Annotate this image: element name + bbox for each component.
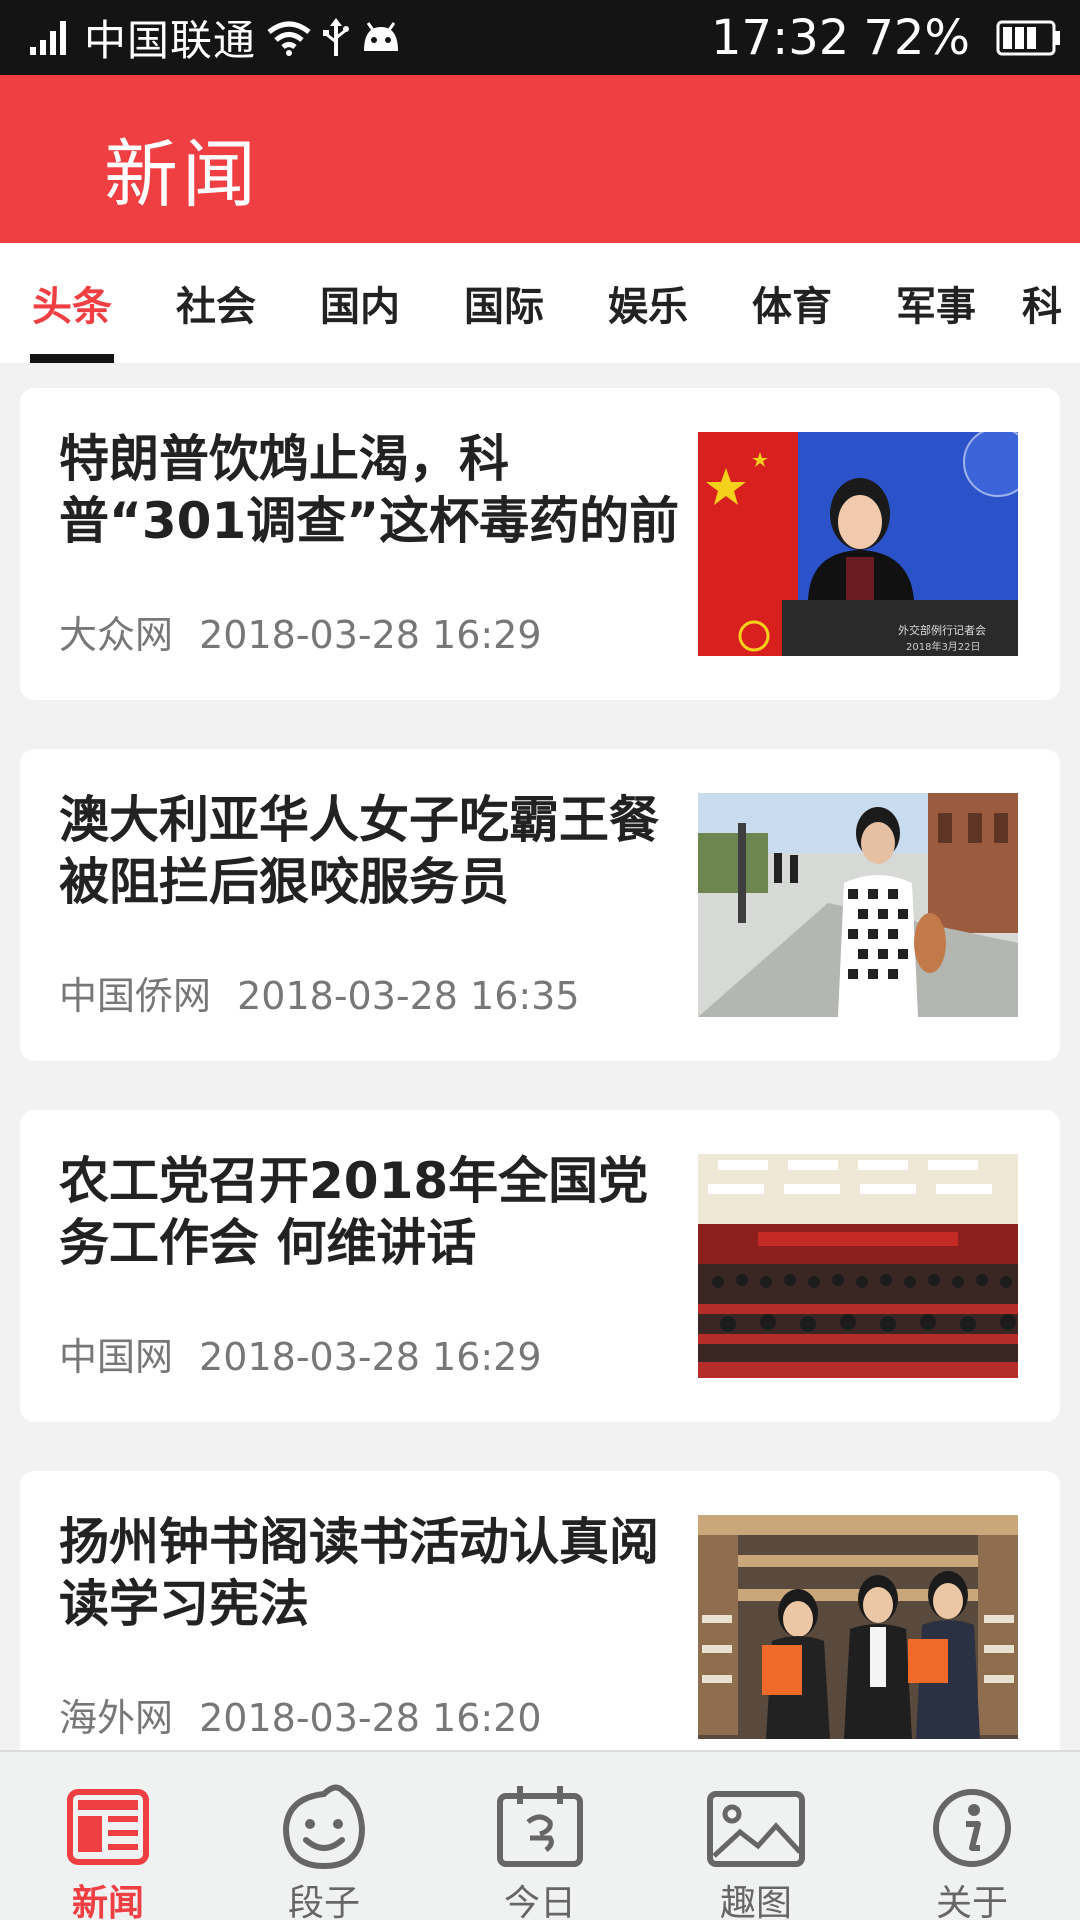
smiley-icon — [274, 1782, 374, 1882]
tab-toutiao[interactable]: 头条 — [14, 243, 130, 363]
category-tabs: 头条 社会 国内 国际 娱乐 体育 军事 科 — [0, 243, 1080, 363]
tab-tiyu[interactable]: 体育 — [734, 243, 850, 363]
news-time: 2018-03-28 16:20 — [199, 1696, 542, 1740]
news-source: 海外网 — [59, 1696, 174, 1740]
nav-label: 趣图 — [719, 1883, 792, 1920]
nav-label: 关于 — [935, 1883, 1008, 1920]
active-tab-indicator — [30, 354, 114, 363]
signal-icon — [30, 20, 70, 55]
nav-label: 新闻 — [71, 1883, 144, 1920]
news-card[interactable]: 澳大利亚华人女子吃霸王餐 被阻拦后狠咬服务员 中国侨网 2018-03-28 1… — [20, 749, 1060, 1061]
news-title: 特朗普饮鸩止渴，科普“301调查”这杯毒药的前 — [59, 430, 680, 550]
news-thumbnail — [698, 1515, 1018, 1739]
nav-about[interactable]: 关于 — [864, 1752, 1080, 1920]
tab-guoji[interactable]: 国际 — [446, 243, 562, 363]
tab-keji[interactable]: 科 — [1022, 243, 1080, 363]
app-header: 新闻 — [0, 75, 1080, 243]
news-card[interactable]: 农工党召开2018年全国党务工作会 何维讲话 中国网 2018-03-28 16… — [20, 1110, 1060, 1422]
info-icon — [922, 1782, 1022, 1882]
news-icon — [58, 1782, 158, 1882]
news-thumbnail: 外交部例行记者会 2018年3月22日 — [698, 432, 1018, 656]
news-title: 扬州钟书阁读书活动认真阅读学习宪法 — [59, 1513, 659, 1633]
carrier-name: 中国联通 — [84, 16, 257, 65]
nav-label: 今日 — [503, 1883, 576, 1920]
nav-news[interactable]: 新闻 — [0, 1752, 216, 1920]
news-meta: 大众网 2018-03-28 16:29 — [59, 604, 542, 659]
news-source: 大众网 — [59, 613, 174, 657]
news-time: 2018-03-28 16:35 — [237, 974, 580, 1018]
news-meta: 中国网 2018-03-28 16:29 — [59, 1326, 542, 1381]
battery-percent: 72% — [863, 9, 970, 66]
tab-junshi[interactable]: 军事 — [878, 243, 994, 363]
battery-icon — [996, 20, 1062, 56]
news-source: 中国侨网 — [59, 974, 212, 1018]
news-title: 澳大利亚华人女子吃霸王餐 被阻拦后狠咬服务员 — [59, 791, 659, 911]
nav-funny-pics[interactable]: 趣图 — [648, 1752, 864, 1920]
nav-jokes[interactable]: 段子 — [216, 1752, 432, 1920]
news-thumbnail — [698, 793, 1018, 1017]
news-time: 2018-03-28 16:29 — [199, 1335, 542, 1379]
tab-yule[interactable]: 娱乐 — [590, 243, 706, 363]
clock: 17:32 — [710, 9, 850, 66]
news-time: 2018-03-28 16:29 — [199, 613, 542, 657]
nav-today[interactable]: 今日 — [432, 1752, 648, 1920]
svg-text:外交部例行记者会: 外交部例行记者会 — [898, 623, 986, 637]
svg-text:2018年3月22日: 2018年3月22日 — [906, 640, 981, 653]
tab-shehui[interactable]: 社会 — [158, 243, 274, 363]
image-icon — [706, 1782, 806, 1882]
news-thumbnail — [698, 1154, 1018, 1378]
news-meta: 海外网 2018-03-28 16:20 — [59, 1687, 542, 1742]
news-title: 农工党召开2018年全国党务工作会 何维讲话 — [59, 1152, 649, 1272]
bottom-nav: 新闻 段子 今日 趣图 关于 — [0, 1750, 1080, 1920]
nav-label: 段子 — [287, 1883, 360, 1920]
news-card[interactable]: 扬州钟书阁读书活动认真阅读学习宪法 海外网 2018-03-28 16:20 — [20, 1471, 1060, 1750]
news-meta: 中国侨网 2018-03-28 16:35 — [59, 965, 580, 1020]
page-title: 新闻 — [104, 132, 260, 218]
news-card[interactable]: 特朗普饮鸩止渴，科普“301调查”这杯毒药的前 大众网 2018-03-28 1… — [20, 388, 1060, 700]
tab-guonei[interactable]: 国内 — [302, 243, 418, 363]
status-bar: 中国联通 17:32 72% — [0, 0, 1080, 75]
wifi-icon — [266, 20, 312, 56]
android-debug-icon — [360, 21, 402, 55]
calendar-icon — [490, 1782, 590, 1882]
usb-icon — [322, 17, 350, 58]
news-source: 中国网 — [59, 1335, 174, 1379]
news-feed[interactable]: 特朗普饮鸩止渴，科普“301调查”这杯毒药的前 大众网 2018-03-28 1… — [0, 363, 1080, 1750]
